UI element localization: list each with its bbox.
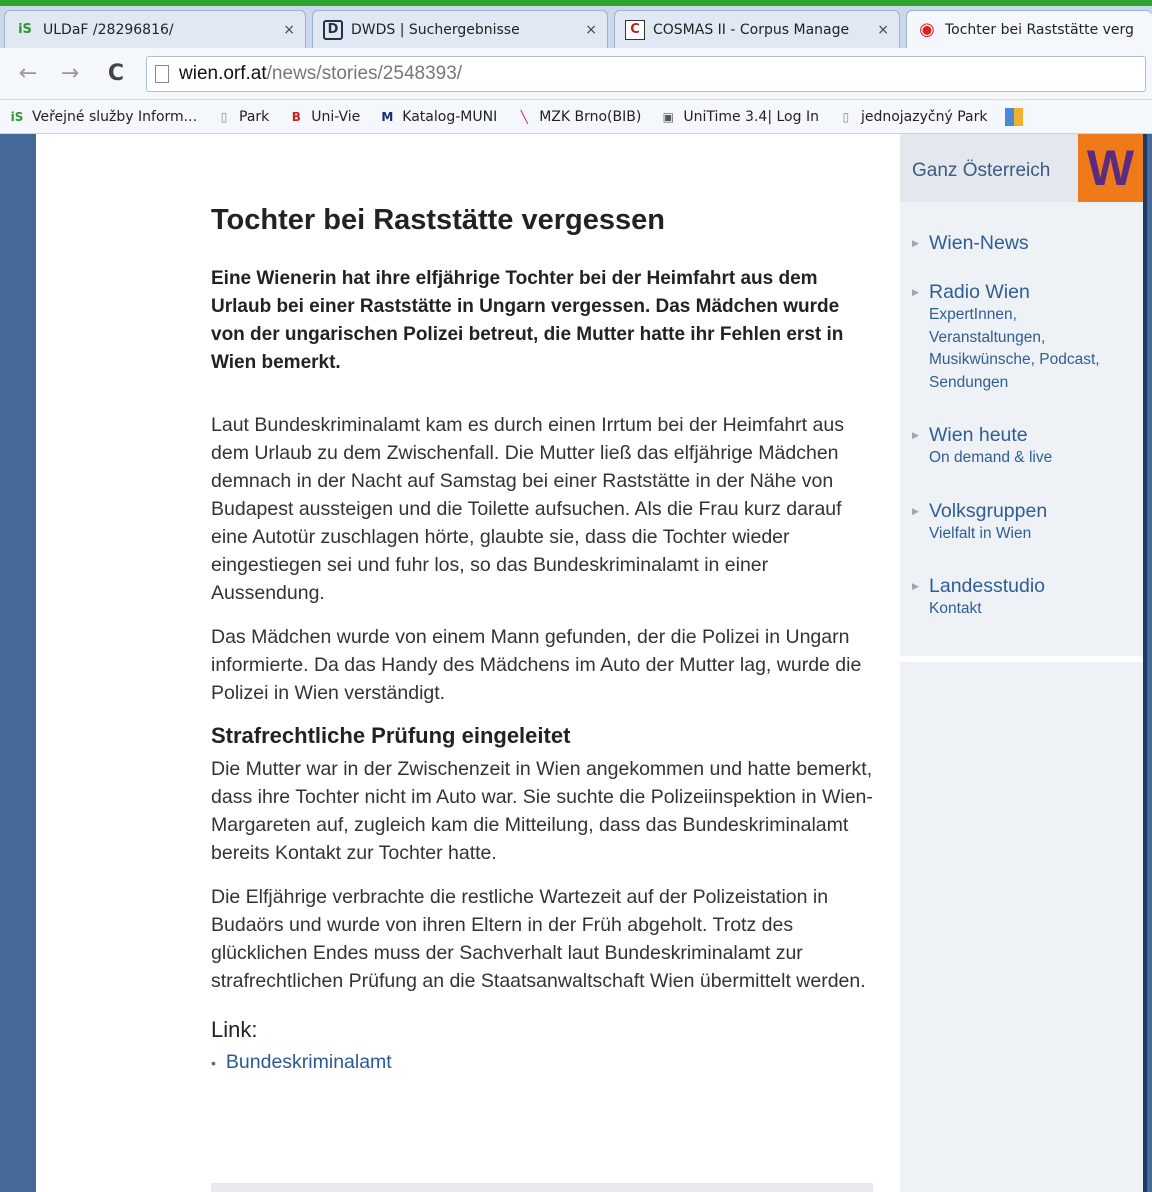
triangle-right-icon: ▶ xyxy=(912,506,919,516)
tab-strip: iS ULDaF /28296816/ × D DWDS | Suchergeb… xyxy=(0,6,1152,48)
wien-logo[interactable]: W xyxy=(1078,134,1143,202)
bookmark-label: UniTime 3.4| Log In xyxy=(683,108,819,125)
sidebar-item-sub[interactable]: On demand & live xyxy=(929,447,1129,470)
url-path: /news/stories/2548393/ xyxy=(266,63,463,84)
article-paragraph: Laut Bundeskriminalamt kam es durch eine… xyxy=(211,414,844,604)
bookmark-label: MZK Brno(BIB) xyxy=(539,108,642,125)
address-bar[interactable]: wien.orf.at/news/stories/2548393/ xyxy=(146,56,1146,92)
sidebar-item-wien-news[interactable]: ▶ Wien-News xyxy=(912,232,1029,255)
article-lead: Eine Wienerin hat ihre elfjährige Tochte… xyxy=(211,268,844,373)
tab-orf[interactable]: ◉ Tochter bei Raststätte verg xyxy=(906,10,1152,48)
sidebar-item-sub[interactable]: ExpertInnen, Veranstaltungen, Musikwünsc… xyxy=(929,304,1129,394)
sidebar: Ganz Österreich W ▶ Wien-News ▶ Radio Wi… xyxy=(900,134,1143,1192)
sidebar-item-wien-heute[interactable]: ▶ Wien heute On demand & live xyxy=(912,424,1129,470)
scrollbar-edge[interactable] xyxy=(1143,134,1147,1192)
article-subheading: Strafrechtliche Prüfung eingeleitet xyxy=(211,723,571,748)
blocks-icon xyxy=(1005,107,1024,126)
article: Tochter bei Raststätte vergessen Eine Wi… xyxy=(211,204,873,1074)
ganz-oesterreich-link[interactable]: Ganz Österreich xyxy=(912,160,1050,182)
tab-title: Tochter bei Raststätte verg xyxy=(945,21,1134,38)
article-paragraph: Das Mädchen wurde von einem Mann gefunde… xyxy=(211,626,862,704)
tab-cosmas[interactable]: C COSMAS II - Corpus Manage × xyxy=(614,10,900,48)
unitime-icon: ▣ xyxy=(662,109,674,124)
bookmark-item[interactable]: B Uni-Vie xyxy=(287,108,361,126)
bookmark-item[interactable]: ▣ UniTime 3.4| Log In xyxy=(659,108,819,126)
bookmark-item[interactable]: M Katalog-MUNI xyxy=(378,108,497,126)
bookmark-item-overflow[interactable] xyxy=(1005,107,1029,126)
sidebar-item-radio-wien[interactable]: ▶ Radio Wien ExpertInnen, Veranstaltunge… xyxy=(912,281,1129,394)
tab-title: DWDS | Suchergebnisse xyxy=(351,21,520,38)
is-icon: iS xyxy=(10,109,24,124)
bookmark-item[interactable]: ╲ MZK Brno(BIB) xyxy=(515,108,642,126)
page-icon: ▯ xyxy=(842,109,850,124)
univie-icon: B xyxy=(291,109,301,124)
close-icon[interactable]: × xyxy=(585,22,597,38)
list-item: Bundeskriminalamt xyxy=(211,1051,873,1074)
sidebar-lower-panel xyxy=(900,656,1143,1192)
divider xyxy=(211,1183,873,1192)
sidebar-item-sub[interactable]: Kontakt xyxy=(929,598,1129,621)
bookmark-label: Veřejné služby Inform... xyxy=(32,108,198,125)
page-icon xyxy=(155,65,169,83)
sidebar-item-volksgruppen[interactable]: ▶ Volksgruppen Vielfalt in Wien xyxy=(912,500,1129,546)
close-icon[interactable]: × xyxy=(877,22,889,38)
reload-icon[interactable]: C xyxy=(102,60,130,88)
sidebar-item-label[interactable]: Volksgruppen xyxy=(929,500,1129,523)
bookmark-item[interactable]: iS Veřejné služby Inform... xyxy=(8,108,197,126)
close-icon[interactable]: × xyxy=(283,22,295,38)
sidebar-item-label[interactable]: Wien-News xyxy=(929,232,1029,255)
triangle-right-icon: ▶ xyxy=(912,581,919,591)
tab-dwds[interactable]: D DWDS | Suchergebnisse × xyxy=(312,10,608,48)
article-paragraph: Die Elfjährige verbrachte die restliche … xyxy=(211,886,866,992)
bookmark-item[interactable]: ▯ jednojazyčný Park xyxy=(837,108,988,126)
tab-uldaf[interactable]: iS ULDaF /28296816/ × xyxy=(4,10,306,48)
orf-target-icon: ◉ xyxy=(919,19,935,40)
page-content: Tochter bei Raststätte vergessen Eine Wi… xyxy=(36,134,1143,1192)
cosmas-icon: C xyxy=(625,19,645,40)
bookmark-label: Uni-Vie xyxy=(311,108,361,125)
browser-toolbar: ← → C wien.orf.at/news/stories/2548393/ xyxy=(0,48,1152,100)
feather-icon: ╲ xyxy=(520,109,528,124)
link-bundeskriminalamt[interactable]: Bundeskriminalamt xyxy=(226,1051,392,1073)
back-arrow-icon[interactable]: ← xyxy=(14,60,42,88)
sidebar-item-label[interactable]: Landesstudio xyxy=(929,575,1129,598)
bookmark-label: Park xyxy=(239,108,270,125)
forward-arrow-icon[interactable]: → xyxy=(56,60,84,88)
sidebar-item-landesstudio[interactable]: ▶ Landesstudio Kontakt xyxy=(912,575,1129,621)
sidebar-item-label[interactable]: Wien heute xyxy=(929,424,1129,447)
links-heading: Link: xyxy=(211,1017,258,1042)
sidebar-item-sub[interactable]: Vielfalt in Wien xyxy=(929,523,1129,546)
page-background-left xyxy=(0,134,36,1192)
bookmark-label: Katalog-MUNI xyxy=(402,108,498,125)
tab-title: COSMAS II - Corpus Manage xyxy=(653,21,850,38)
url-host: wien.orf.at xyxy=(179,63,267,84)
triangle-right-icon: ▶ xyxy=(912,238,919,248)
bookmark-label: jednojazyčný Park xyxy=(860,108,988,125)
article-title: Tochter bei Raststätte vergessen xyxy=(211,204,665,236)
is-icon: iS xyxy=(18,22,32,37)
dwds-icon: D xyxy=(323,19,343,40)
bookmark-item[interactable]: ▯ Park xyxy=(215,108,270,126)
sidebar-item-label[interactable]: Radio Wien xyxy=(929,281,1129,304)
tab-title: ULDaF /28296816/ xyxy=(43,21,174,38)
page-icon: ▯ xyxy=(220,109,228,124)
triangle-right-icon: ▶ xyxy=(912,430,919,440)
article-paragraph: Die Mutter war in der Zwischenzeit in Wi… xyxy=(211,758,873,864)
triangle-right-icon: ▶ xyxy=(912,287,919,297)
bookmarks-bar: iS Veřejné služby Inform... ▯ Park B Uni-Vi… xyxy=(0,100,1152,134)
sidebar-nav: ▶ Wien-News ▶ Radio Wien ExpertInnen, Ve… xyxy=(900,210,1143,652)
muni-icon: M xyxy=(381,109,394,124)
links-list: Bundeskriminalamt xyxy=(211,1051,873,1074)
